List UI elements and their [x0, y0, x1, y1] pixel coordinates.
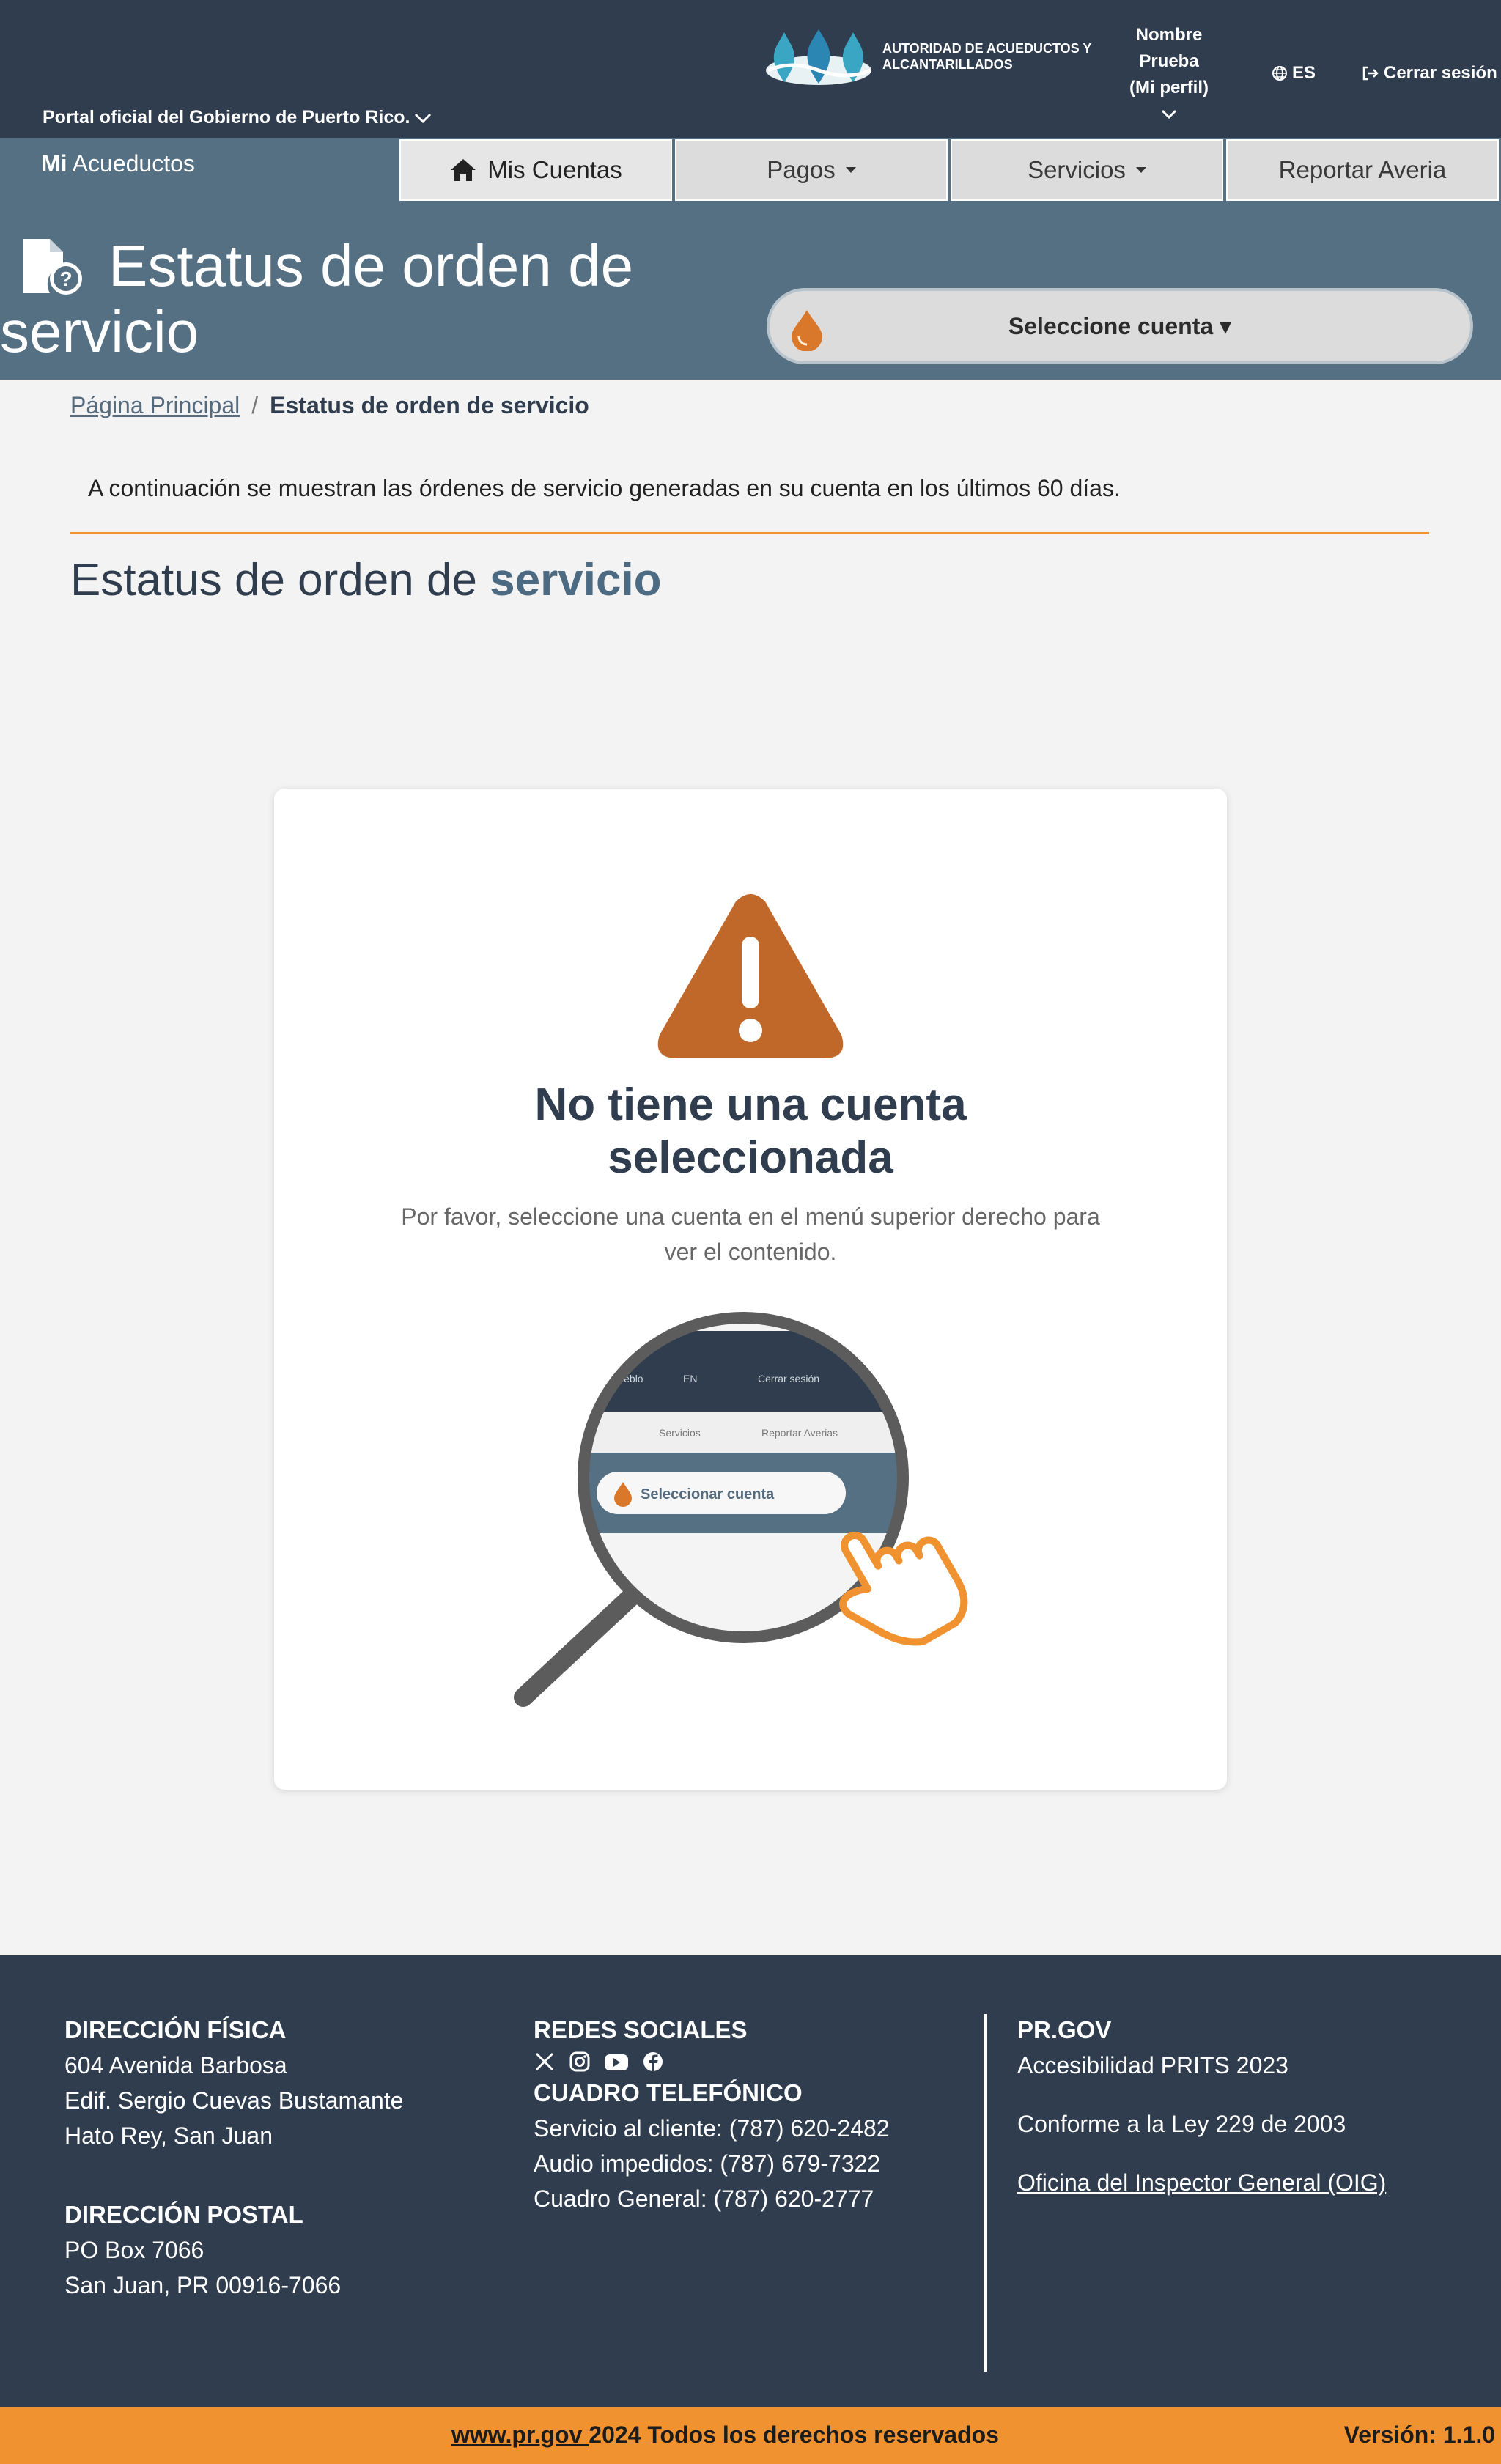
copyright-text: 2024 Todos los derechos reservados [589, 2421, 999, 2448]
profile-line: (Mi perfil) [1129, 78, 1209, 97]
breadcrumb: Página Principal / Estatus de orden de s… [70, 392, 589, 419]
nav-tab-label: Mis Cuentas [487, 156, 622, 183]
language-selector[interactable]: ES [1272, 63, 1316, 84]
nav-tab-label: Pagos [767, 156, 836, 183]
footer-divider [984, 2014, 987, 2372]
breadcrumb-separator: / [251, 392, 259, 418]
logo-text: AUTORIDAD DE ACUEDUCTOS Y ALCANTARILLADO… [882, 41, 1092, 72]
footer: DIRECCIÓN FÍSICA 604 Avenida Barbosa Edi… [0, 1955, 1501, 2407]
footer-link-oig[interactable]: Oficina del Inspector General (OIG) [1017, 2165, 1386, 2200]
magnifier-illustration-icon: Pueblo EN Cerrar sesión Servicios Report… [514, 1312, 968, 1707]
profile-menu[interactable]: Nombre Prueba (Mi perfil) [1107, 22, 1231, 128]
illustration-menu-text: Cerrar sesión [758, 1373, 819, 1384]
instagram-icon[interactable] [569, 2051, 591, 2073]
footer-heading: DIRECCIÓN FÍSICA [64, 2016, 287, 2043]
illustration-menu-text: EN [683, 1373, 697, 1384]
footer-heading: REDES SOCIALES [534, 2016, 748, 2043]
footer-phone: Cuadro General: (787) 620-2777 [534, 2185, 874, 2212]
footer-text: San Juan, PR 00916-7066 [64, 2272, 342, 2298]
footer-prgov-column: PR.GOV Accesibilidad PRITS 2023 Conforme… [1017, 2013, 1386, 2200]
empty-state-text: Por favor, seleccione una cuenta en el m… [401, 1203, 1100, 1265]
account-selector-label: Seleccione cuenta ▾ [1008, 313, 1232, 339]
nav-tab-servicios[interactable]: Servicios [951, 139, 1223, 201]
caret-down-icon [845, 167, 856, 173]
prgov-link[interactable]: www.pr.gov [451, 2421, 589, 2448]
footer-phone: Servicio al cliente: (787) 620-2482 [534, 2115, 890, 2142]
gov-portal-link[interactable]: Portal oficial del Gobierno de Puerto Ri… [43, 107, 432, 128]
footer-text: PO Box 7066 [64, 2237, 204, 2263]
account-selector[interactable]: Seleccione cuenta ▾ [767, 288, 1473, 364]
brand-rest: Acueductos [67, 150, 195, 177]
water-drops-logo-icon [766, 29, 871, 85]
water-drop-icon [792, 310, 822, 351]
gov-portal-label: Portal oficial del Gobierno de Puerto Ri… [43, 107, 410, 128]
top-bar: Portal oficial del Gobierno de Puerto Ri… [0, 0, 1501, 138]
social-links [534, 2051, 890, 2073]
brand-name[interactable]: Mi Acueductos [41, 150, 195, 177]
illustration-select-text: Seleccionar cuenta [641, 1486, 775, 1502]
logout-button[interactable]: Cerrar sesión [1362, 63, 1497, 84]
section-title: Estatus de orden de servicio [70, 554, 662, 606]
empty-state-title-line: seleccionada [608, 1132, 893, 1183]
brand-bold: Mi [41, 150, 67, 177]
nav-tab-label: Reportar Averia [1278, 156, 1447, 183]
facebook-icon[interactable] [642, 2051, 664, 2073]
footer-link-ley[interactable]: Conforme a la Ley 229 de 2003 [1017, 2106, 1386, 2142]
footer-text: Hato Rey, San Juan [64, 2122, 273, 2149]
profile-line: Prueba [1139, 51, 1199, 71]
nav-tab-mis-cuentas[interactable]: Mis Cuentas [399, 139, 672, 201]
home-icon [451, 159, 476, 181]
footer-link-accesibilidad[interactable]: Accesibilidad PRITS 2023 [1017, 2048, 1386, 2083]
youtube-icon[interactable] [604, 2051, 629, 2073]
footer-heading: CUADRO TELEFÓNICO [534, 2079, 803, 2106]
bottom-bar: www.pr.gov 2024 Todos los derechos reser… [0, 2407, 1501, 2464]
chevron-down-icon [1161, 109, 1177, 119]
footer-heading: PR.GOV [1017, 2016, 1112, 2043]
nav-tab-reportar-averia[interactable]: Reportar Averia [1226, 139, 1499, 201]
main-nav: Mis Cuentas Pagos Servicios Reportar Ave… [399, 139, 1499, 201]
globe-icon [1272, 66, 1287, 81]
footer-address-column: DIRECCIÓN FÍSICA 604 Avenida Barbosa Edi… [64, 2013, 403, 2303]
logout-icon [1362, 66, 1379, 81]
footer-heading: DIRECCIÓN POSTAL [64, 2201, 303, 2228]
section-title-emphasis: servicio [490, 555, 662, 605]
x-twitter-icon[interactable] [534, 2051, 556, 2073]
empty-state-title-line: No tiene una cuenta [534, 1080, 967, 1130]
footer-phone: Audio impedidos: (787) 679-7322 [534, 2150, 881, 2177]
illustration-menu-text: Servicios [659, 1427, 701, 1439]
version-label: Versión: 1.1.0 [1343, 2421, 1495, 2448]
breadcrumb-home-link[interactable]: Página Principal [70, 392, 240, 419]
breadcrumb-current: Estatus de orden de servicio [270, 392, 589, 418]
logout-label: Cerrar sesión [1384, 63, 1497, 83]
section-title-prefix: Estatus de orden de [70, 555, 490, 605]
nav-tab-label: Servicios [1028, 156, 1126, 183]
chevron-down-icon [415, 113, 432, 123]
copyright: www.pr.gov 2024 Todos los derechos reser… [451, 2421, 999, 2449]
aaa-logo[interactable]: AUTORIDAD DE ACUEDUCTOS Y ALCANTARILLADO… [762, 25, 1095, 88]
language-label: ES [1292, 63, 1316, 83]
footer-text: 604 Avenida Barbosa [64, 2052, 287, 2078]
orange-divider [70, 532, 1429, 534]
footer-contact-column: REDES SOCIALES CUADRO TELEFÓNICO Servici… [534, 2013, 890, 2216]
profile-line: Nombre [1135, 25, 1203, 45]
page-title: Estatus de orden de servicio [0, 233, 634, 364]
empty-state-title: No tiene una cuenta seleccionada [274, 1079, 1227, 1184]
caret-down-icon [1135, 167, 1146, 173]
illustration-menu-text: Reportar Averias [761, 1427, 838, 1439]
empty-state-card: No tiene una cuenta seleccionada Por fav… [274, 789, 1227, 1790]
intro-text: A continuación se muestran las órdenes d… [88, 475, 1121, 501]
nav-tab-pagos[interactable]: Pagos [675, 139, 948, 201]
warning-icon [657, 894, 844, 1058]
footer-text: Edif. Sergio Cuevas Bustamante [64, 2087, 404, 2114]
